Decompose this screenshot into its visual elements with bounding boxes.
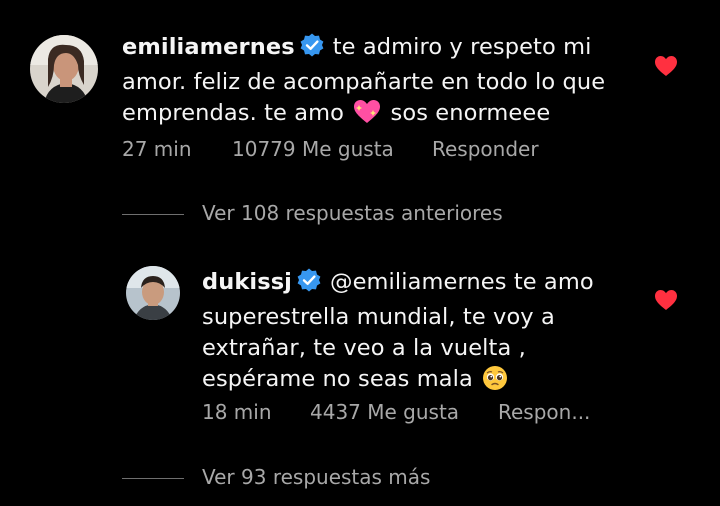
replies-divider xyxy=(122,478,184,479)
comment-time: 27 min xyxy=(122,137,192,161)
sparkling-heart-icon xyxy=(353,99,381,134)
username[interactable]: dukissj xyxy=(202,269,292,295)
reply-button[interactable]: Responder xyxy=(432,137,539,161)
comment-text: dukissj @emiliamernes te amo superestrell… xyxy=(202,267,612,400)
verified-badge-icon xyxy=(296,267,322,302)
like-heart-icon[interactable] xyxy=(654,55,678,77)
replies-divider xyxy=(122,214,184,215)
pleading-face-icon xyxy=(482,365,508,400)
verified-badge-icon xyxy=(299,32,325,67)
comment-body-end: sos enormeee xyxy=(390,100,551,126)
comment-meta: 27 min 10779 Me gusta Responder xyxy=(122,137,582,163)
view-more-replies[interactable]: Ver 93 respuestas más xyxy=(122,465,542,491)
reply-button[interactable]: Respon... xyxy=(498,400,590,424)
view-previous-replies-label[interactable]: Ver 108 respuestas anteriores xyxy=(202,201,503,225)
username[interactable]: emiliamernes xyxy=(122,34,295,60)
mention-link[interactable]: @emiliamernes xyxy=(330,269,507,295)
like-heart-icon[interactable] xyxy=(654,289,678,311)
comment-text: emiliamernes te admiro y respeto mi amor.… xyxy=(122,32,622,134)
avatar[interactable] xyxy=(126,266,180,320)
comment-time: 18 min xyxy=(202,400,272,424)
comment-meta: 18 min 4437 Me gusta Respon... xyxy=(202,400,622,426)
view-previous-replies[interactable]: Ver 108 respuestas anteriores xyxy=(122,201,542,227)
avatar[interactable] xyxy=(30,35,98,103)
comment-emiliamernes: emiliamernes te admiro y respeto mi amor.… xyxy=(0,0,720,180)
likes-count-link[interactable]: 10779 Me gusta xyxy=(232,137,394,161)
comment-dukissj: dukissj @emiliamernes te amo superestrell… xyxy=(0,250,720,440)
view-more-replies-label[interactable]: Ver 93 respuestas más xyxy=(202,465,430,489)
likes-count-link[interactable]: 4437 Me gusta xyxy=(310,400,459,424)
